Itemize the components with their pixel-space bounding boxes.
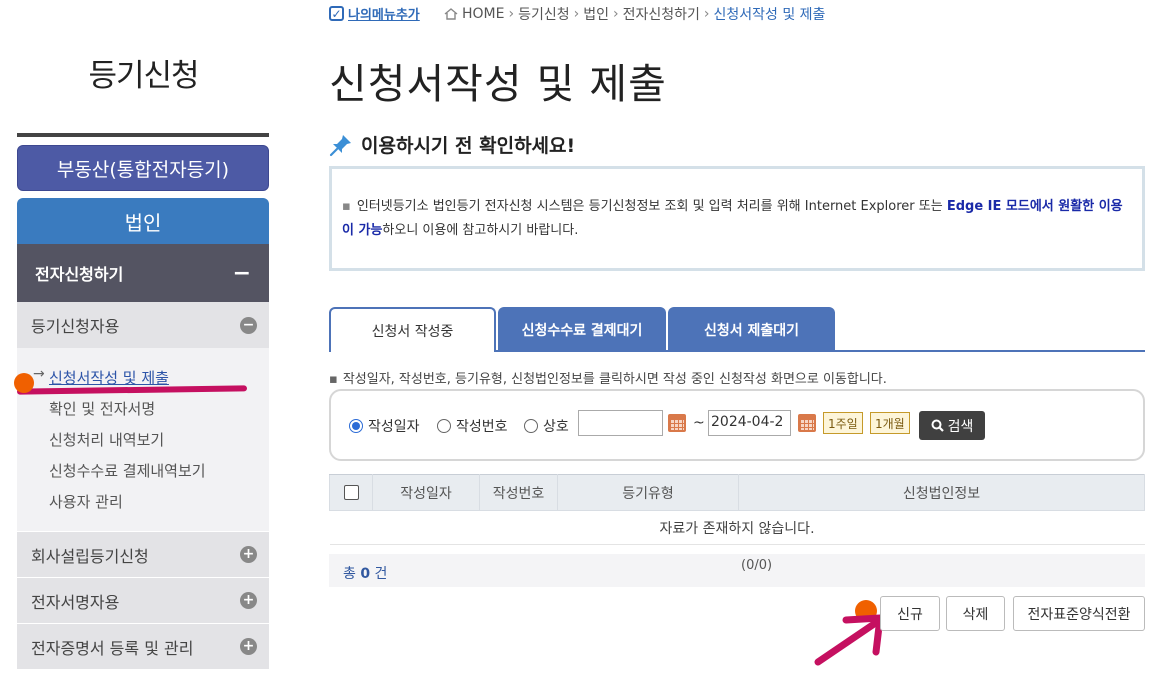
- column-header[interactable]: 등기유형: [557, 474, 739, 511]
- paging-info: (0/0): [741, 558, 773, 573]
- breadcrumb-corporation[interactable]: 법인: [583, 4, 609, 24]
- collapse-icon[interactable]: −: [233, 261, 251, 286]
- total-suffix: 건: [374, 566, 388, 582]
- tab-submit-pending[interactable]: 신청서 제출대기: [668, 307, 835, 352]
- radio-date-label: 작성일자: [368, 419, 420, 435]
- search-button-label: 검색: [947, 418, 974, 435]
- page-title: 신청서작성 및 제출: [329, 60, 667, 108]
- tab-underline: [496, 350, 1145, 352]
- submenu-item-history[interactable]: 신청처리 내역보기: [49, 429, 164, 450]
- summary-bar: 총 0 건 (0/0): [329, 554, 1145, 587]
- calendar-icon[interactable]: [668, 414, 686, 432]
- bullet-icon: ▪: [342, 199, 351, 214]
- radio-number-label: 작성번호: [456, 419, 508, 435]
- select-all-cell: [329, 474, 373, 511]
- menu-signer-use-label: 전자서명자용: [31, 592, 120, 612]
- tab-writing[interactable]: 신청서 작성중: [329, 307, 496, 352]
- delete-button[interactable]: 삭제: [946, 596, 1005, 631]
- total-count: 총 0 건: [343, 563, 387, 583]
- search-icon: [931, 419, 944, 432]
- add-my-menu-link[interactable]: ✓ 나의메뉴추가: [329, 4, 420, 23]
- check-icon: ✓: [329, 6, 344, 21]
- hint-text-content: 작성일자, 작성번호, 등기유형, 신청법인정보를 클릭하시면 작성 중인 신청…: [342, 372, 887, 387]
- empty-message: 자료가 존재하지 않습니다.: [329, 510, 1145, 545]
- radio-icon[interactable]: [524, 419, 538, 433]
- radio-date[interactable]: 작성일자: [349, 416, 420, 436]
- submenu-item-write-submit[interactable]: 신청서작성 및 제출: [49, 367, 169, 388]
- notice-heading-text: 이용하시기 전 확인하세요!: [361, 135, 576, 157]
- home-icon: [444, 8, 458, 20]
- total-count-value: 0: [360, 566, 371, 582]
- tab-fee-payment-pending[interactable]: 신청수수료 결제대기: [498, 307, 666, 352]
- sidebar-divider: [17, 133, 269, 137]
- notice-heading: 이용하시기 전 확인하세요!: [329, 131, 575, 158]
- search-panel: 작성일자 작성번호 상호 ~ 2024-04-2 1주일 1개월 검색: [329, 389, 1145, 461]
- range-tilde: ~: [693, 415, 705, 431]
- radio-company-label: 상호: [543, 419, 569, 435]
- total-prefix: 총: [343, 566, 356, 582]
- annotation-dot: [14, 373, 34, 393]
- breadcrumb-current: 신청서작성 및 제출: [713, 7, 826, 23]
- hint-text: ▪ 작성일자, 작성번호, 등기유형, 신청법인정보를 클릭하시면 작성 중인 신…: [329, 368, 887, 387]
- breadcrumb: HOME › 등기신청 › 법인 › 전자신청하기 › 신청서작성 및 제출: [444, 4, 825, 24]
- pin-icon: [329, 134, 351, 156]
- collapse-icon[interactable]: −: [240, 316, 257, 334]
- column-header[interactable]: 작성번호: [479, 474, 558, 511]
- menu-registrant-use[interactable]: 등기신청자용 −: [17, 302, 269, 348]
- table-row: 자료가 존재하지 않습니다.: [329, 510, 1145, 545]
- radio-selected-icon[interactable]: [349, 419, 363, 433]
- submenu-list: → 신청서작성 및 제출 확인 및 전자서명 신청처리 내역보기 신청수수료 결…: [17, 348, 269, 531]
- expand-icon[interactable]: +: [240, 546, 257, 563]
- radio-icon[interactable]: [437, 419, 451, 433]
- breadcrumb-home[interactable]: HOME: [462, 6, 504, 22]
- bullet-icon: ▪: [329, 372, 338, 387]
- menu-certificate[interactable]: 전자증명서 등록 및 관리 +: [17, 624, 269, 669]
- submenu-item-user-admin[interactable]: 사용자 관리: [49, 491, 123, 512]
- menu-electronic-request[interactable]: 전자신청하기 −: [17, 244, 269, 302]
- notice-text-tail: 하오니 이용에 참고하시기 바랍니다.: [382, 223, 579, 238]
- breadcrumb-electronic-request[interactable]: 전자신청하기: [623, 4, 700, 24]
- select-all-checkbox[interactable]: [343, 485, 359, 500]
- sidebar-title: 등기신청: [88, 58, 199, 94]
- add-my-menu-label: 나의메뉴추가: [348, 8, 420, 23]
- notice-text-main: 인터넷등기소 법인등기 전자신청 시스템은 등기신청정보 조회 및 입력 처리를…: [356, 199, 947, 214]
- expand-icon[interactable]: +: [240, 638, 257, 655]
- menu-company-setup-label: 회사설립등기신청: [31, 546, 149, 566]
- menu-company-setup[interactable]: 회사설립등기신청 +: [17, 532, 269, 577]
- annotation-arrow-icon: [814, 614, 884, 666]
- submenu-item-fee-history[interactable]: 신청수수료 결제내역보기: [49, 460, 206, 481]
- notice-box: ▪ 인터넷등기소 법인등기 전자신청 시스템은 등기신청정보 조회 및 입력 처리…: [329, 166, 1145, 271]
- breadcrumb-registration[interactable]: 등기신청: [518, 4, 570, 24]
- column-header[interactable]: 신청법인정보: [738, 474, 1145, 511]
- date-to-input[interactable]: 2024-04-2: [708, 410, 791, 436]
- expand-icon[interactable]: +: [240, 592, 257, 609]
- column-header[interactable]: 작성일자: [372, 474, 480, 511]
- search-button[interactable]: 검색: [919, 411, 985, 440]
- menu-electronic-request-label: 전자신청하기: [35, 265, 124, 284]
- menu-certificate-label: 전자증명서 등록 및 관리: [31, 638, 194, 658]
- table-header-row: 작성일자 작성번호 등기유형 신청법인정보: [329, 474, 1145, 511]
- radio-company[interactable]: 상호: [524, 416, 569, 436]
- arrow-right-icon: →: [33, 366, 45, 382]
- radio-number[interactable]: 작성번호: [437, 416, 508, 436]
- date-from-input[interactable]: [578, 410, 663, 436]
- one-month-button[interactable]: 1개월: [870, 412, 910, 434]
- submenu-item-confirm-sign[interactable]: 확인 및 전자서명: [49, 398, 155, 419]
- calendar-icon[interactable]: [798, 414, 816, 432]
- one-week-button[interactable]: 1주일: [823, 412, 863, 434]
- convert-standard-form-button[interactable]: 전자표준양식전환: [1013, 596, 1145, 631]
- menu-registrant-use-label: 등기신청자용: [31, 317, 120, 336]
- corporation-button[interactable]: 법인: [17, 198, 269, 244]
- menu-signer-use[interactable]: 전자서명자용 +: [17, 578, 269, 623]
- application-table: 작성일자 작성번호 등기유형 신청법인정보 자료가 존재하지 않습니다.: [329, 474, 1145, 545]
- realestate-button[interactable]: 부동산(통합전자등기): [17, 145, 269, 191]
- notice-text: ▪ 인터넷등기소 법인등기 전자신청 시스템은 등기신청정보 조회 및 입력 처리…: [342, 195, 1132, 243]
- new-button[interactable]: 신규: [880, 596, 940, 631]
